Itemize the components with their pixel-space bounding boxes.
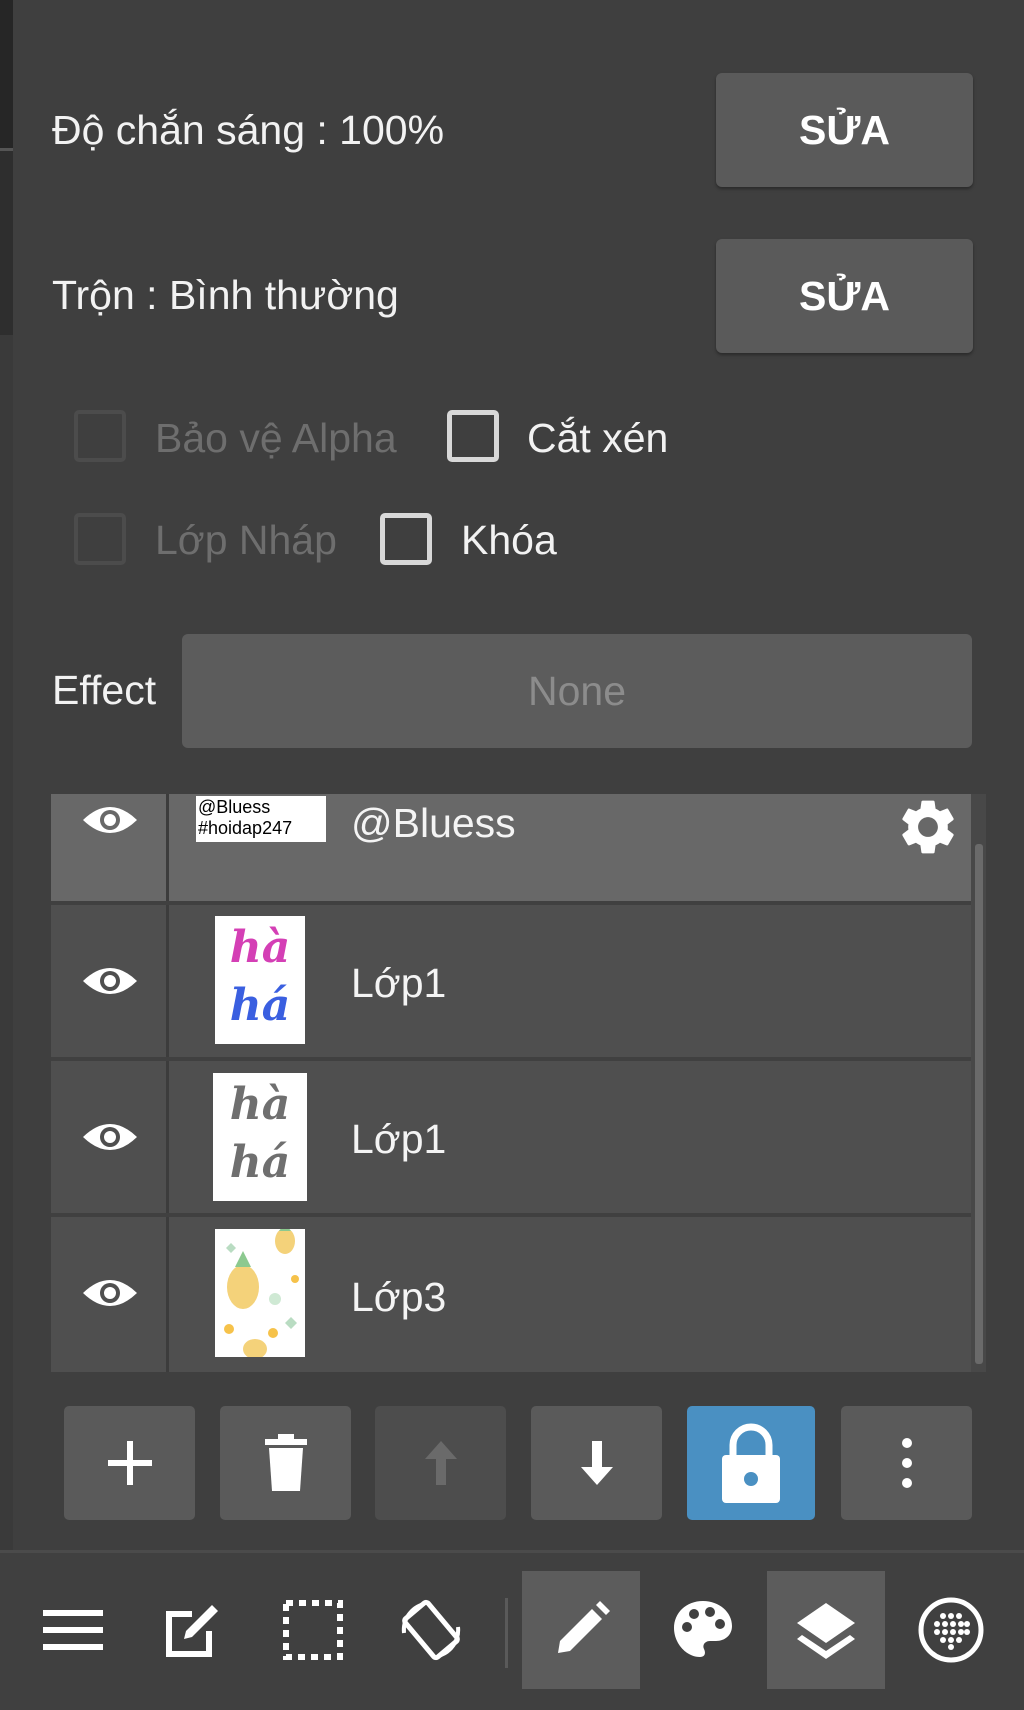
layer-divider [166, 794, 169, 901]
pen-icon [558, 1601, 610, 1653]
effect-label: Effect [52, 667, 157, 713]
layer-list-scrollbar[interactable] [975, 844, 983, 1364]
nav-separator [505, 1598, 508, 1668]
layer-name[interactable]: Lớp1 [351, 1116, 446, 1163]
layer-row[interactable]: Lớp3 [51, 1217, 971, 1372]
selection-icon [283, 1600, 343, 1660]
protect-alpha-checkbox [74, 410, 126, 462]
rotate-icon [401, 1599, 461, 1661]
layer-name[interactable]: Lớp3 [351, 1274, 446, 1321]
trash-icon [264, 1434, 307, 1491]
protect-alpha-label: Bảo vệ Alpha [155, 415, 397, 461]
layer-divider [166, 1061, 169, 1213]
left-edge-line [0, 148, 13, 151]
arrow-down-icon [580, 1441, 613, 1485]
pen-tool-button[interactable] [522, 1571, 640, 1689]
lock-checkbox[interactable] [380, 513, 432, 565]
more-button[interactable] [841, 1406, 972, 1520]
bottom-navigation-bar [0, 1550, 1024, 1710]
eye-icon[interactable] [81, 1117, 139, 1157]
menu-icon [43, 1610, 103, 1650]
effect-select[interactable]: None [182, 634, 972, 748]
layer-thumbnail: @Bluess #hoidap247 [196, 796, 326, 842]
grid-button[interactable] [892, 1571, 1010, 1689]
palette-icon [674, 1601, 732, 1657]
layers-icon [797, 1603, 855, 1659]
thumb-text-line-2: há [229, 980, 291, 1031]
opacity-edit-button[interactable]: SỬA [716, 73, 973, 187]
arrow-up-icon [424, 1441, 457, 1485]
thumb-text-line-1: @Bluess [198, 797, 271, 817]
layer-divider [166, 905, 169, 1057]
eye-icon[interactable] [81, 1273, 139, 1313]
selection-button[interactable] [254, 1571, 372, 1689]
gear-icon[interactable] [895, 794, 961, 860]
layer-row[interactable]: hà há Lớp1 [51, 1061, 971, 1213]
add-layer-button[interactable] [64, 1406, 195, 1520]
layer-name[interactable]: @Bluess [351, 800, 516, 847]
thumb-text-line-1: hà [229, 1079, 291, 1130]
draft-layer-label: Lớp Nháp [155, 517, 337, 563]
blend-label: Trộn : Bình thường [52, 272, 399, 318]
edit-icon [166, 1605, 218, 1657]
eye-icon[interactable] [81, 800, 139, 840]
rotate-button[interactable] [372, 1571, 490, 1689]
move-up-button[interactable] [375, 1406, 506, 1520]
layer-thumbnail: hà há [213, 1073, 307, 1201]
left-edge-mid [0, 150, 13, 335]
lock-icon [722, 1423, 780, 1503]
left-edge-strip [0, 0, 13, 1707]
layer-thumbnail: hà há [215, 916, 305, 1044]
thumb-text-line-1: hà [229, 922, 291, 973]
blend-edit-button[interactable]: SỬA [716, 239, 973, 353]
layer-name[interactable]: Lớp1 [351, 960, 446, 1007]
layer-row[interactable]: @Bluess #hoidap247 @Bluess [51, 794, 971, 901]
move-down-button[interactable] [531, 1406, 662, 1520]
edit-button[interactable] [134, 1571, 252, 1689]
menu-button[interactable] [14, 1571, 132, 1689]
thumb-text-line-2: há [229, 1137, 291, 1188]
layer-row[interactable]: hà há Lớp1 [51, 905, 971, 1057]
delete-layer-button[interactable] [220, 1406, 351, 1520]
pineapple-pattern-thumbnail [215, 1229, 305, 1357]
opacity-label: Độ chắn sáng : 100% [52, 107, 445, 153]
thumb-text-line-2: #hoidap247 [198, 818, 293, 838]
draft-layer-checkbox [74, 513, 126, 565]
layers-button[interactable] [767, 1571, 885, 1689]
clipping-checkbox[interactable] [447, 410, 499, 462]
clipping-label[interactable]: Cắt xén [527, 415, 668, 462]
layer-divider [166, 1217, 169, 1372]
eye-icon[interactable] [81, 961, 139, 1001]
layer-list: @Bluess #hoidap247 @Bluess hà há Lớp1 hà… [51, 794, 986, 1372]
more-vertical-icon [901, 1438, 912, 1488]
palette-button[interactable] [644, 1571, 762, 1689]
lock-label[interactable]: Khóa [461, 517, 557, 564]
grid-icon [918, 1597, 984, 1663]
lock-button[interactable] [687, 1406, 815, 1520]
plus-icon [107, 1441, 152, 1485]
